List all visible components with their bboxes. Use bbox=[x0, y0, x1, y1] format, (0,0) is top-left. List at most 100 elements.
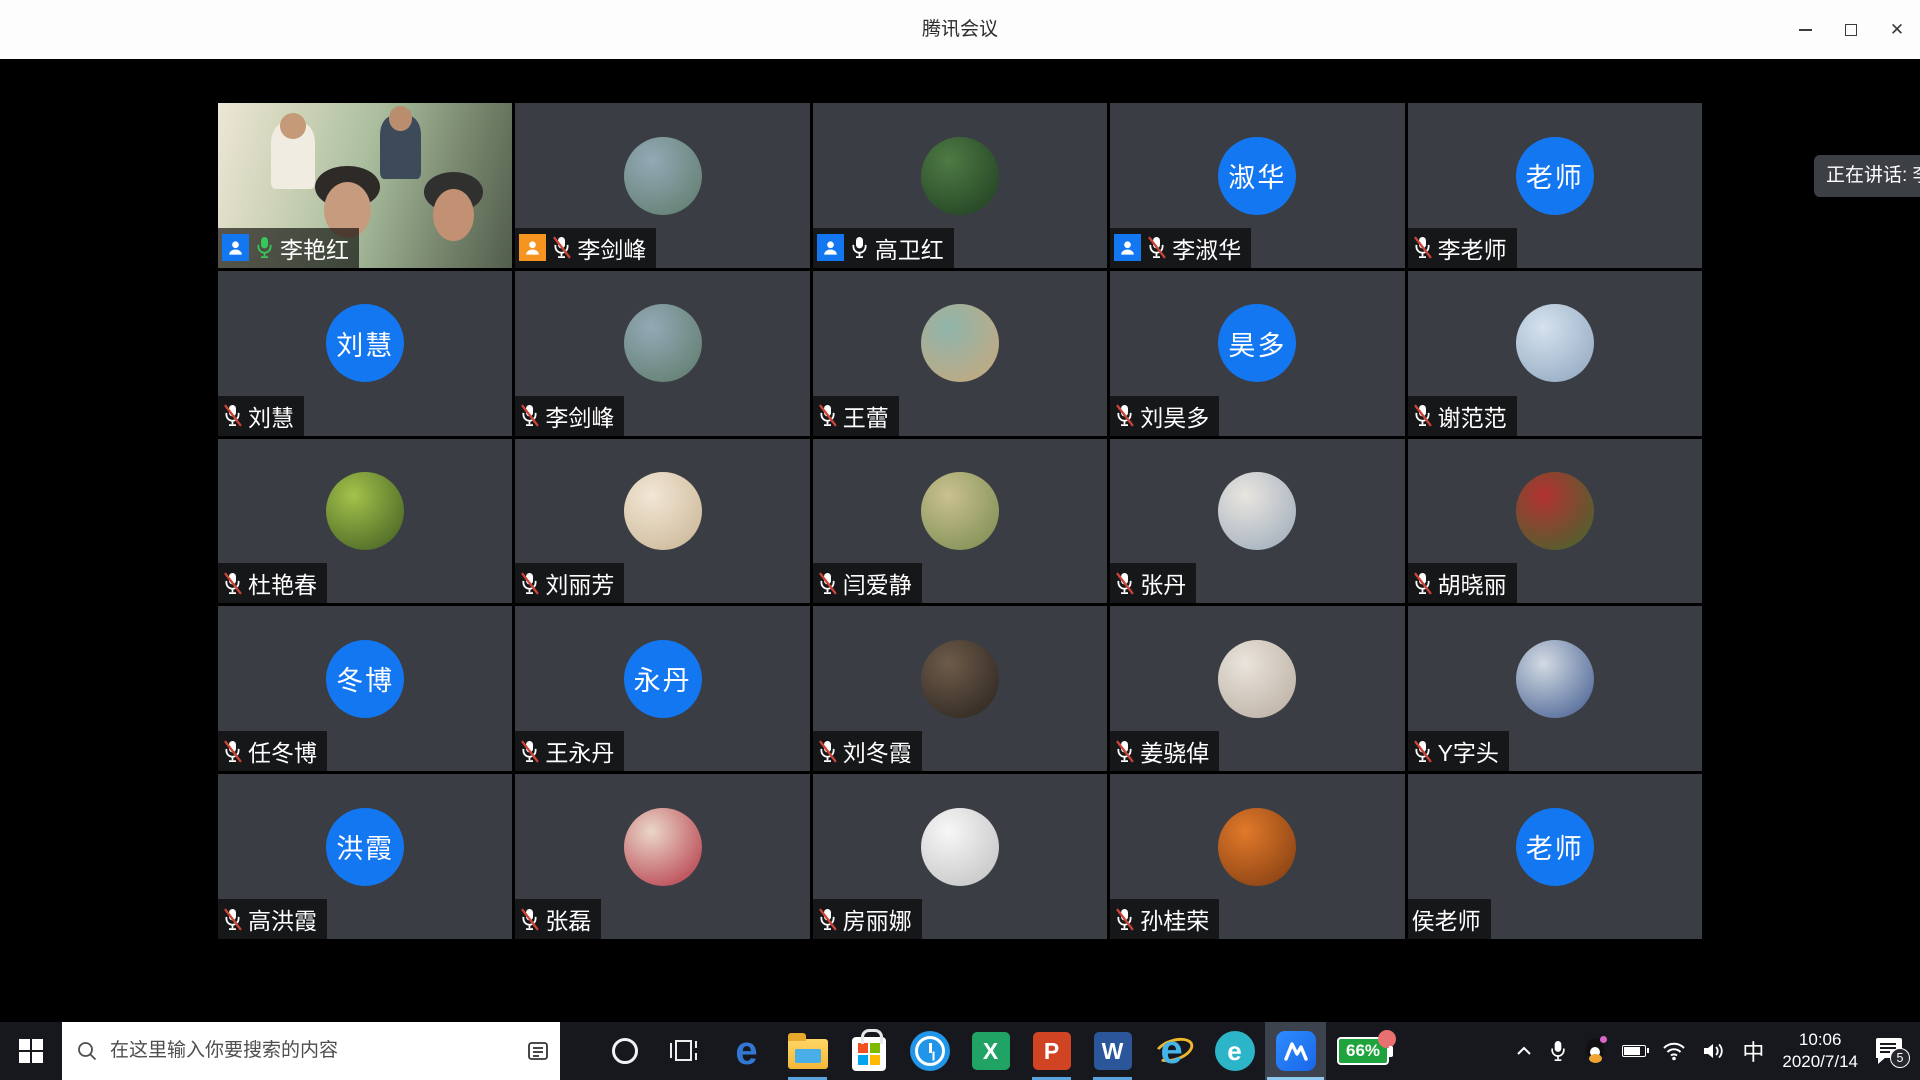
tray-volume-button[interactable] bbox=[1694, 1022, 1734, 1080]
avatar-photo bbox=[921, 304, 999, 382]
participant-label: 张磊 bbox=[515, 899, 601, 939]
participant-tile[interactable]: 张丹 bbox=[1110, 439, 1404, 604]
notification-badge: 5 bbox=[1890, 1048, 1910, 1068]
window-controls: ✕ bbox=[1782, 0, 1920, 59]
participant-name: 李剑峰 bbox=[577, 231, 646, 265]
mic-muted-icon bbox=[1114, 571, 1135, 596]
participant-tile[interactable]: 洪霞高洪霞 bbox=[218, 774, 512, 939]
teal-e-app-icon: e bbox=[1215, 1031, 1255, 1071]
participant-name: 姜骁倬 bbox=[1140, 734, 1209, 768]
participant-tile[interactable]: 杜艳春 bbox=[218, 439, 512, 604]
participant-tile[interactable]: Y字头 bbox=[1408, 606, 1702, 771]
search-input[interactable] bbox=[110, 1040, 526, 1062]
participant-tile[interactable]: 李剑峰 bbox=[515, 103, 809, 268]
participant-tile[interactable]: 冬博任冬博 bbox=[218, 606, 512, 771]
participant-tile[interactable]: 姜骁倬 bbox=[1110, 606, 1404, 771]
mic-muted-icon bbox=[1114, 907, 1135, 932]
alarms-clock-button[interactable] bbox=[899, 1022, 960, 1080]
video-person bbox=[433, 189, 474, 242]
avatar-initials: 刘慧 bbox=[326, 304, 404, 382]
participant-label: 张丹 bbox=[1110, 563, 1196, 603]
tray-battery-button[interactable] bbox=[1614, 1022, 1654, 1080]
battery-widget[interactable]: 66% bbox=[1326, 1022, 1400, 1080]
participant-name: Y字头 bbox=[1438, 734, 1499, 768]
tray-ime-button[interactable]: 中 bbox=[1734, 1022, 1772, 1080]
file-explorer-button[interactable] bbox=[777, 1022, 838, 1080]
role-badge-blue bbox=[222, 234, 249, 261]
tray-mic-button[interactable] bbox=[1540, 1022, 1576, 1080]
start-button[interactable] bbox=[0, 1022, 62, 1080]
excel-button[interactable]: X bbox=[960, 1022, 1021, 1080]
tray-wifi-button[interactable] bbox=[1654, 1022, 1694, 1080]
participant-tile[interactable]: 刘丽芳 bbox=[515, 439, 809, 604]
avatar-photo bbox=[1218, 808, 1296, 886]
participant-label: 任冬博 bbox=[218, 731, 327, 771]
mic-muted-icon bbox=[1146, 235, 1167, 260]
participant-tile[interactable]: 胡晓丽 bbox=[1408, 439, 1702, 604]
tencent-meeting-button[interactable] bbox=[1265, 1022, 1326, 1080]
participant-tile[interactable]: 淑华李淑华 bbox=[1110, 103, 1404, 268]
minimize-button[interactable] bbox=[1782, 0, 1828, 59]
cortana-button[interactable] bbox=[594, 1022, 655, 1080]
participant-tile[interactable]: 老师李老师 bbox=[1408, 103, 1702, 268]
participant-label: 李剑峰 bbox=[515, 396, 624, 436]
search-box[interactable] bbox=[62, 1022, 560, 1080]
search-icon bbox=[76, 1040, 98, 1062]
participant-label: 李淑华 bbox=[1110, 228, 1251, 268]
file-explorer-icon bbox=[788, 1039, 828, 1069]
internet-explorer-button[interactable]: e bbox=[1143, 1022, 1204, 1080]
mic-muted-icon bbox=[222, 571, 243, 596]
powerpoint-icon: P bbox=[1033, 1032, 1071, 1070]
powerpoint-button[interactable]: P bbox=[1021, 1022, 1082, 1080]
avatar-photo bbox=[624, 137, 702, 215]
edge-button[interactable]: e bbox=[716, 1022, 777, 1080]
participant-grid: 李艳红李剑峰高卫红淑华李淑华老师李老师刘慧刘慧李剑峰王蕾昊多刘昊多谢范范杜艳春刘… bbox=[218, 103, 1702, 939]
participant-tile[interactable]: 谢范范 bbox=[1408, 271, 1702, 436]
ime-indicator: 中 bbox=[1742, 1035, 1764, 1067]
teal-e-app-button[interactable]: e bbox=[1204, 1022, 1265, 1080]
participant-tile[interactable]: 刘慧刘慧 bbox=[218, 271, 512, 436]
meeting-stage: 李艳红李剑峰高卫红淑华李淑华老师李老师刘慧刘慧李剑峰王蕾昊多刘昊多谢范范杜艳春刘… bbox=[0, 59, 1920, 1022]
participant-name: 侯老师 bbox=[1412, 902, 1481, 936]
tray-clock[interactable]: 10:06 2020/7/14 bbox=[1772, 1022, 1868, 1080]
tray-chevron-button[interactable] bbox=[1508, 1022, 1540, 1080]
word-icon: W bbox=[1094, 1032, 1132, 1070]
participant-tile[interactable]: 张磊 bbox=[515, 774, 809, 939]
mic-muted-icon bbox=[1412, 235, 1433, 260]
participant-tile[interactable]: 李剑峰 bbox=[515, 271, 809, 436]
participant-tile[interactable]: 王蕾 bbox=[813, 271, 1107, 436]
maximize-button[interactable] bbox=[1828, 0, 1874, 59]
mic-muted-icon bbox=[1412, 739, 1433, 764]
internet-explorer-icon: e bbox=[1153, 1030, 1195, 1072]
participant-label: 李老师 bbox=[1408, 228, 1517, 268]
participant-label: 高洪霞 bbox=[218, 899, 327, 939]
close-button[interactable]: ✕ bbox=[1874, 0, 1920, 59]
microphone-icon bbox=[1548, 1038, 1568, 1064]
participant-tile[interactable]: 老师侯老师 bbox=[1408, 774, 1702, 939]
mic-muted-icon bbox=[1114, 403, 1135, 428]
participant-tile[interactable]: 刘冬霞 bbox=[813, 606, 1107, 771]
speaker-icon bbox=[1702, 1041, 1726, 1061]
avatar-initials: 昊多 bbox=[1218, 304, 1296, 382]
mic-muted-icon bbox=[519, 403, 540, 428]
participant-tile[interactable]: 李艳红 bbox=[218, 103, 512, 268]
search-box-list-icon[interactable] bbox=[526, 1039, 550, 1063]
tray-qq-button[interactable] bbox=[1576, 1022, 1614, 1080]
participant-tile[interactable]: 房丽娜 bbox=[813, 774, 1107, 939]
participant-tile[interactable]: 孙桂荣 bbox=[1110, 774, 1404, 939]
system-tray: 中 10:06 2020/7/14 5 bbox=[1508, 1022, 1920, 1080]
word-button[interactable]: W bbox=[1082, 1022, 1143, 1080]
battery-percent: 66% bbox=[1346, 1041, 1380, 1061]
participant-tile[interactable]: 高卫红 bbox=[813, 103, 1107, 268]
avatar-photo bbox=[624, 808, 702, 886]
participant-tile[interactable]: 闫爱静 bbox=[813, 439, 1107, 604]
task-view-button[interactable] bbox=[655, 1022, 716, 1080]
title-bar: 腾讯会议 ✕ bbox=[0, 0, 1920, 59]
store-button[interactable] bbox=[838, 1022, 899, 1080]
avatar-photo bbox=[624, 472, 702, 550]
participant-label: Y字头 bbox=[1408, 731, 1509, 771]
participant-name: 刘昊多 bbox=[1140, 399, 1209, 433]
participant-tile[interactable]: 昊多刘昊多 bbox=[1110, 271, 1404, 436]
participant-tile[interactable]: 永丹王永丹 bbox=[515, 606, 809, 771]
action-center-button[interactable]: 5 bbox=[1868, 1022, 1914, 1080]
